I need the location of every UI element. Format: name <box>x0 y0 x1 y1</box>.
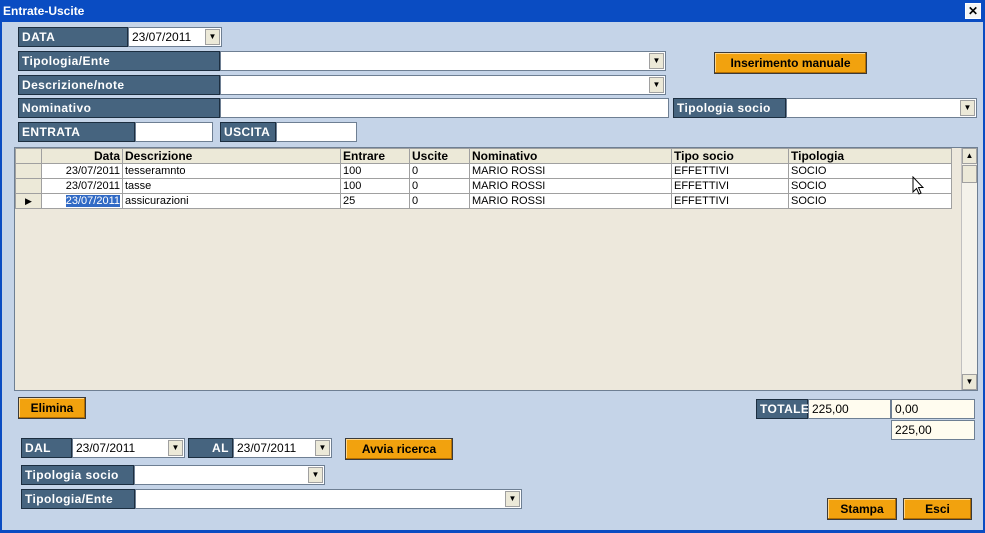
elimina-button[interactable]: Elimina <box>18 397 86 419</box>
data-date-picker[interactable]: 23/07/2011 ▼ <box>128 27 222 47</box>
cell-tipo-socio[interactable]: EFFETTIVI <box>671 193 789 209</box>
cell-data-selected-text: 23/07/2011 <box>65 195 120 207</box>
movimenti-table: Data Descrizione Entrare Uscite Nominati… <box>15 148 952 209</box>
cell-descrizione[interactable]: assicurazioni <box>122 193 341 209</box>
mouse-pointer-icon <box>912 176 924 195</box>
cell-nominativo[interactable]: MARIO ROSSI <box>469 178 672 194</box>
column-header-nominativo[interactable]: Nominativo <box>469 148 672 164</box>
window-titlebar: Entrate-Uscite <box>0 0 985 22</box>
uscita-label: USCITA <box>220 122 276 142</box>
row-selector[interactable] <box>15 178 42 194</box>
chevron-down-icon[interactable]: ▼ <box>315 440 330 456</box>
chevron-down-icon[interactable]: ▼ <box>205 29 220 45</box>
cell-uscite[interactable]: 0 <box>409 163 470 179</box>
search-tipologia-ente-label: Tipologia/Ente <box>21 489 135 509</box>
cell-tipologia[interactable]: SOCIO <box>788 178 952 194</box>
arrow-down-icon[interactable]: ▼ <box>962 374 977 390</box>
column-header-uscite[interactable]: Uscite <box>409 148 470 164</box>
cell-uscite[interactable]: 0 <box>409 178 470 194</box>
search-tipologia-ente-select[interactable]: ▼ <box>135 489 522 509</box>
cell-tipologia[interactable]: SOCIO <box>788 193 952 209</box>
table-header-row: Data Descrizione Entrare Uscite Nominati… <box>15 148 952 164</box>
tipologia-ente-select[interactable]: ▼ <box>220 51 666 71</box>
cell-entrare[interactable]: 25 <box>340 193 410 209</box>
grid-vertical-scrollbar[interactable]: ▲ ▼ <box>961 148 977 390</box>
table-row[interactable]: 23/07/2011 tasse 100 0 MARIO ROSSI EFFET… <box>15 178 952 194</box>
cell-uscite[interactable]: 0 <box>409 193 470 209</box>
al-date-value: 23/07/2011 <box>237 441 297 455</box>
cell-descrizione[interactable]: tasse <box>122 178 341 194</box>
entrata-input[interactable] <box>135 122 213 142</box>
row-selector-header <box>15 148 42 164</box>
totale-saldo-field: 225,00 <box>891 420 975 440</box>
scrollbar-thumb[interactable] <box>962 165 977 183</box>
close-icon: ✕ <box>967 4 979 18</box>
cell-entrare[interactable]: 100 <box>340 178 410 194</box>
nominativo-input[interactable] <box>220 98 669 118</box>
chevron-down-icon[interactable]: ▼ <box>649 77 664 93</box>
close-button[interactable]: ✕ <box>965 3 981 19</box>
entrata-label: ENTRATA <box>18 122 135 142</box>
cell-data[interactable]: 23/07/2011 <box>41 163 123 179</box>
cell-data-selected[interactable]: 23/07/2011 <box>41 193 123 209</box>
column-header-entrare[interactable]: Entrare <box>340 148 410 164</box>
cell-tipologia[interactable]: SOCIO <box>788 163 952 179</box>
inserimento-manuale-button[interactable]: Inserimento manuale <box>714 52 867 74</box>
chevron-down-icon[interactable]: ▼ <box>505 491 520 507</box>
cell-tipo-socio[interactable]: EFFETTIVI <box>671 163 789 179</box>
avvia-ricerca-button[interactable]: Avvia ricerca <box>345 438 453 460</box>
current-row-arrow-icon[interactable]: ▶ <box>15 193 42 209</box>
dal-date-picker[interactable]: 23/07/2011 ▼ <box>72 438 185 458</box>
row-selector[interactable] <box>15 163 42 179</box>
table-row[interactable]: 23/07/2011 tesseramnto 100 0 MARIO ROSSI… <box>15 163 952 179</box>
window-title: Entrate-Uscite <box>3 4 85 18</box>
tipologia-ente-label: Tipologia/Ente <box>18 51 220 71</box>
cell-data[interactable]: 23/07/2011 <box>41 178 123 194</box>
tipologia-socio-select[interactable]: ▼ <box>786 98 977 118</box>
al-label: AL <box>188 438 233 458</box>
cell-descrizione[interactable]: tesseramnto <box>122 163 341 179</box>
search-tipologia-socio-select[interactable]: ▼ <box>134 465 325 485</box>
arrow-up-icon[interactable]: ▲ <box>962 148 977 164</box>
dal-date-value: 23/07/2011 <box>76 441 136 455</box>
chevron-down-icon[interactable]: ▼ <box>308 467 323 483</box>
cell-nominativo[interactable]: MARIO ROSSI <box>469 163 672 179</box>
search-tipologia-socio-label: Tipologia socio <box>21 465 134 485</box>
descrizione-label: Descrizione/note <box>18 75 220 95</box>
descrizione-select[interactable]: ▼ <box>220 75 666 95</box>
column-header-descrizione[interactable]: Descrizione <box>122 148 341 164</box>
cell-entrare[interactable]: 100 <box>340 163 410 179</box>
chevron-down-icon[interactable]: ▼ <box>649 53 664 69</box>
nominativo-label: Nominativo <box>18 98 220 118</box>
chevron-down-icon[interactable]: ▼ <box>168 440 183 456</box>
totale-label: TOTALE <box>756 399 809 419</box>
dal-label: DAL <box>21 438 72 458</box>
table-row-current[interactable]: ▶ 23/07/2011 assicurazioni 25 0 MARIO RO… <box>15 193 952 209</box>
cell-tipo-socio[interactable]: EFFETTIVI <box>671 178 789 194</box>
totale-uscite-field: 0,00 <box>891 399 975 419</box>
al-date-picker[interactable]: 23/07/2011 ▼ <box>233 438 332 458</box>
cell-nominativo[interactable]: MARIO ROSSI <box>469 193 672 209</box>
totale-entrate-field: 225,00 <box>808 399 891 419</box>
esci-button[interactable]: Esci <box>903 498 972 520</box>
tipologia-socio-label: Tipologia socio <box>673 98 786 118</box>
chevron-down-icon[interactable]: ▼ <box>960 100 975 116</box>
column-header-tipologia[interactable]: Tipologia <box>788 148 952 164</box>
column-header-data[interactable]: Data <box>41 148 123 164</box>
movimenti-grid[interactable]: Data Descrizione Entrare Uscite Nominati… <box>14 147 978 391</box>
uscita-input[interactable] <box>276 122 357 142</box>
column-header-tipo-socio[interactable]: Tipo socio <box>671 148 789 164</box>
data-date-value: 23/07/2011 <box>132 30 192 44</box>
stampa-button[interactable]: Stampa <box>827 498 897 520</box>
data-label: DATA <box>18 27 128 47</box>
